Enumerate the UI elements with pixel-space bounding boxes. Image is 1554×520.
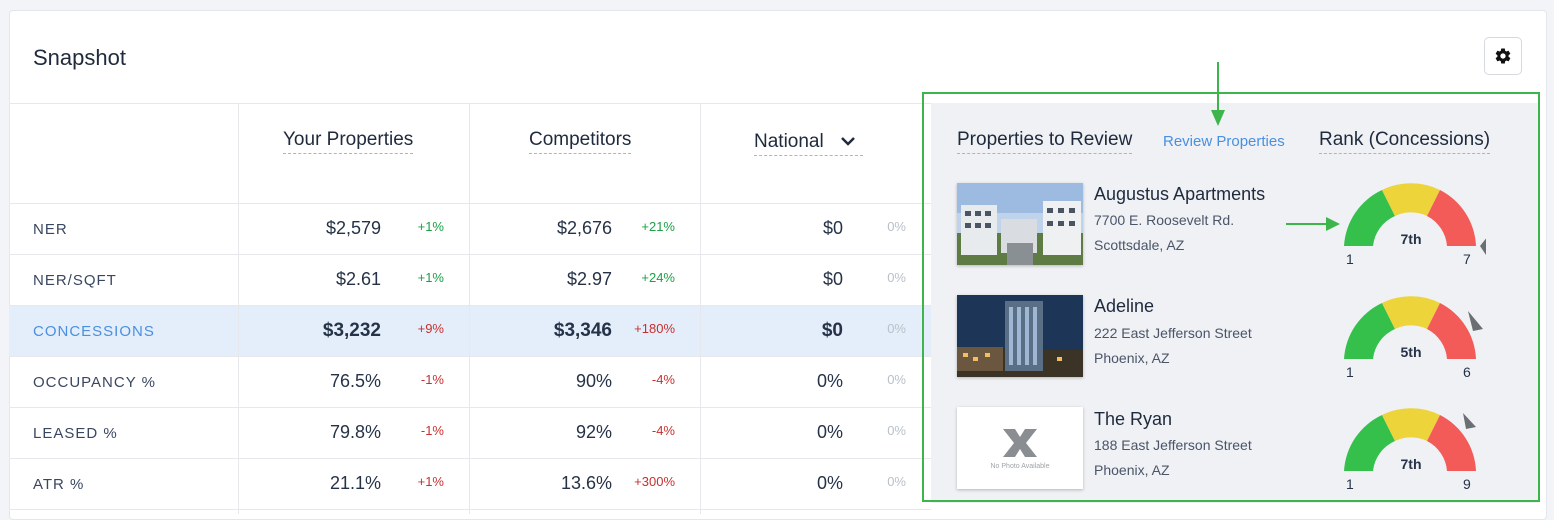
national-change: 0% [887,219,906,234]
your-properties-value: $3,232 [322,320,381,341]
national-value: $0 [821,320,843,341]
divider [9,509,931,510]
national-change: 0% [887,372,906,387]
competitors-value: $2.97 [566,269,612,289]
competitors-value: 90% [575,371,612,391]
row-label[interactable]: OCCUPANCY % [33,374,156,391]
competitors-change: -4% [651,423,675,438]
competitors-change: +24% [641,270,675,285]
divider [469,103,470,514]
divider [238,103,239,514]
your-properties-change: -1% [420,372,444,387]
national-change: 0% [887,474,906,489]
competitors-value: 13.6% [560,473,612,493]
your-properties-value: 76.5% [329,371,381,391]
page-title: Snapshot [33,45,126,70]
divider [9,254,931,255]
gear-icon [1495,48,1511,64]
your-properties-value: $2,579 [325,218,381,238]
national-value: $0 [822,218,843,238]
divider [9,407,931,408]
national-value: 0% [816,371,843,391]
national-change: 0% [887,270,906,285]
your-properties-change: +1% [417,270,444,285]
row-label[interactable]: NER [33,221,68,238]
settings-button[interactable] [1484,37,1522,75]
column-header-your-properties[interactable]: Your Properties [283,129,414,154]
annotation-highlight-box [922,92,1540,502]
competitors-value: $3,346 [553,320,612,341]
your-properties-change: +9% [417,321,444,336]
your-properties-value: 79.8% [329,422,381,442]
your-properties-change: +1% [417,219,444,234]
competitors-change: +180% [634,321,675,336]
annotation-arrow-down [1211,62,1225,126]
row-label[interactable]: NER/SQFT [33,272,117,289]
row-label[interactable]: CONCESSIONS [33,323,155,340]
row-label[interactable]: LEASED % [33,425,118,442]
your-properties-value: $2.61 [335,269,381,289]
divider [700,103,701,514]
divider [9,103,931,104]
divider [9,458,931,459]
your-properties-change: -1% [420,423,444,438]
competitors-value: $2,676 [556,218,612,238]
column-header-competitors[interactable]: Competitors [529,129,632,154]
national-dropdown-label: National [754,131,824,152]
national-change: 0% [887,321,906,336]
divider [9,203,931,204]
your-properties-value: 21.1% [329,473,381,493]
national-value: $0 [822,269,843,289]
competitors-value: 92% [575,422,612,442]
competitors-change: +300% [634,474,675,489]
national-value: 0% [816,422,843,442]
divider [9,305,931,306]
divider [9,356,931,357]
chevron-down-icon [841,137,855,146]
national-value: 0% [816,473,843,493]
row-label[interactable]: ATR % [33,476,84,493]
your-properties-change: +1% [417,474,444,489]
national-change: 0% [887,423,906,438]
competitors-change: -4% [651,372,675,387]
national-dropdown[interactable]: National [754,131,863,156]
competitors-change: +21% [641,219,675,234]
annotation-arrow-right [1286,217,1340,231]
